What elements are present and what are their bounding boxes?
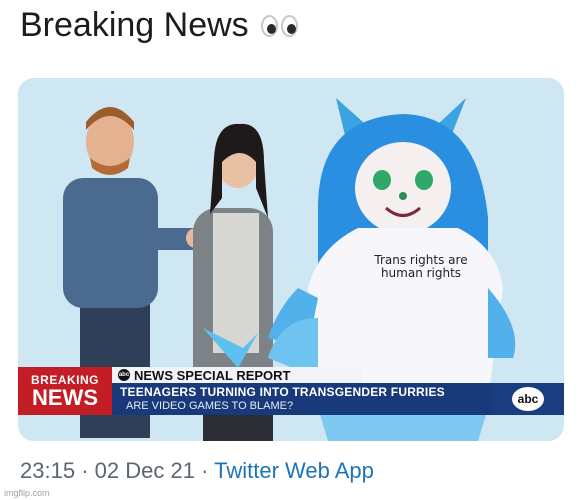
news-label: NEWS	[32, 384, 98, 410]
subheadline-text: ARE VIDEO GAMES TO BLAME?	[126, 400, 294, 412]
breaking-label: BREAKING	[30, 372, 99, 387]
post-date[interactable]: 02 Dec 21	[95, 458, 195, 483]
shirt-text: Trans rights are human rights	[374, 253, 468, 280]
post-source-link[interactable]: Twitter Web App	[214, 458, 374, 483]
meta-separator-2: ·	[201, 458, 209, 483]
news-ticker: BREAKING NEWS abc NEWS SPECIAL REPORT TE…	[18, 367, 564, 423]
breaking-news-box: BREAKING NEWS	[18, 367, 112, 415]
post-image[interactable]: Trans rights are human rights BREAKING N…	[18, 78, 564, 441]
eyes-icon	[260, 14, 298, 37]
watermark-text: imgflip.com	[4, 488, 50, 498]
special-report-label: NEWS SPECIAL REPORT	[134, 367, 291, 383]
eye-right	[280, 14, 298, 37]
eye-left	[260, 14, 278, 37]
meta-separator: ·	[81, 458, 89, 483]
post-time[interactable]: 23:15	[20, 458, 75, 483]
post-title-text: Breaking News	[20, 6, 249, 44]
abc-logo-bar: abc	[492, 383, 564, 415]
post-meta: 23:15 · 02 Dec 21 · Twitter Web App	[20, 458, 374, 484]
post-title: Breaking News	[20, 6, 298, 45]
abc-mini-logo: abc	[118, 369, 130, 381]
special-report-bar: abc NEWS SPECIAL REPORT	[112, 367, 362, 383]
headline-bar: TEENAGERS TURNING INTO TRANSGENDER FURRI…	[112, 383, 492, 415]
abc-logo: abc	[512, 387, 544, 411]
headline-text: TEENAGERS TURNING INTO TRANSGENDER FURRI…	[120, 385, 445, 399]
